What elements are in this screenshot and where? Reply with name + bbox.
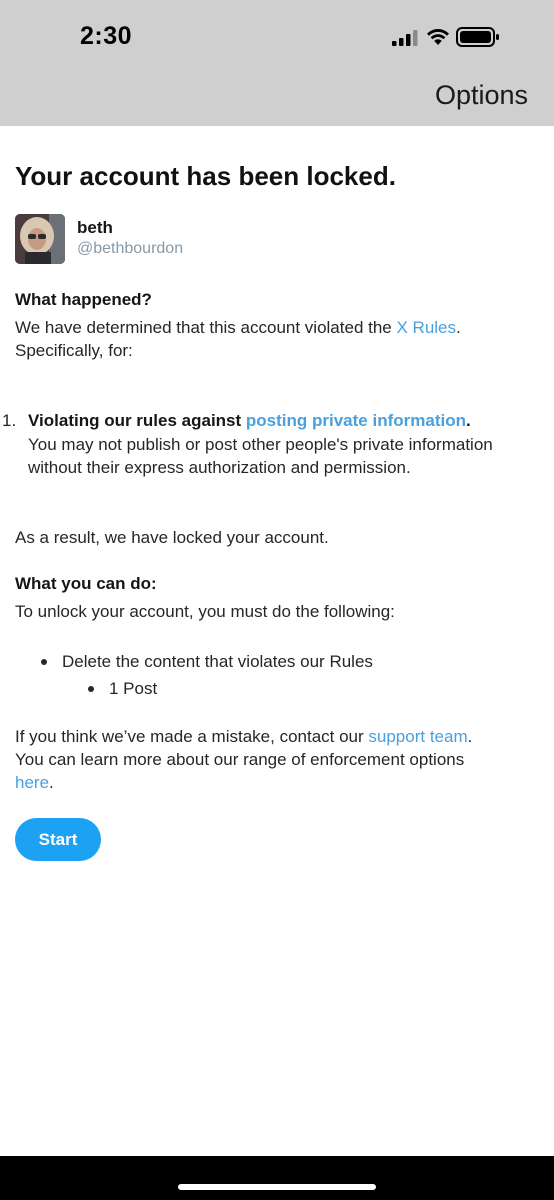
unlock-instruction: To unlock your account, you must do the … — [15, 602, 395, 621]
violation-title: Violating our rules against posting priv… — [28, 409, 471, 432]
bottom-bar — [0, 1156, 554, 1200]
battery-icon — [456, 27, 499, 47]
period: . — [465, 411, 471, 430]
period: . — [467, 727, 473, 746]
what-happened-heading: What happened? — [15, 290, 152, 309]
options-button[interactable]: Options — [435, 80, 528, 111]
list-number: 1. — [2, 411, 17, 430]
status-icons — [392, 24, 508, 52]
violation-description-line: You may not publish or post other people… — [28, 435, 493, 454]
wifi-icon — [427, 29, 449, 45]
display-name: beth — [77, 218, 113, 237]
list-item: Delete the content that violates our Rul… — [62, 652, 373, 671]
x-rules-link[interactable]: X Rules — [396, 318, 456, 337]
violation-description-line: without their express authorization and … — [28, 458, 411, 477]
violation-statement: We have determined that this account vio… — [15, 316, 461, 339]
here-link[interactable]: here — [15, 773, 49, 792]
home-indicator[interactable] — [178, 1184, 376, 1190]
support-team-link[interactable]: support team — [368, 727, 467, 746]
user-handle: @bethbourdon — [77, 240, 184, 257]
private-information-link[interactable]: posting private information — [246, 411, 466, 430]
mistake-text-prefix: If you think we’ve made a mistake, conta… — [15, 727, 369, 746]
list-item: 1 Post — [109, 679, 158, 698]
violation-title-text: Violating our rules against — [28, 411, 246, 430]
start-button[interactable]: Start — [15, 818, 101, 861]
avatar[interactable] — [15, 214, 65, 264]
signal-icon — [392, 30, 418, 46]
mistake-text: If you think we’ve made a mistake, conta… — [15, 725, 472, 748]
enforcement-text: You can learn more about our range of en… — [15, 750, 465, 769]
top-bar: 2:30 Options — [0, 0, 554, 126]
what-you-can-do-heading: What you can do: — [15, 574, 157, 593]
bullet-icon — [41, 659, 47, 665]
period: . — [456, 318, 461, 337]
violation-statement-text: We have determined that this account vio… — [15, 318, 397, 337]
page-title: Your account has been locked. — [15, 161, 396, 191]
status-time: 2:30 — [80, 22, 133, 50]
result-text: As a result, we have locked your account… — [15, 528, 329, 547]
enforcement-link-line: here. — [15, 771, 54, 794]
period: . — [49, 773, 54, 792]
specifically-text: Specifically, for: — [15, 341, 133, 360]
bullet-icon — [88, 686, 94, 692]
avatar-image — [15, 214, 65, 264]
